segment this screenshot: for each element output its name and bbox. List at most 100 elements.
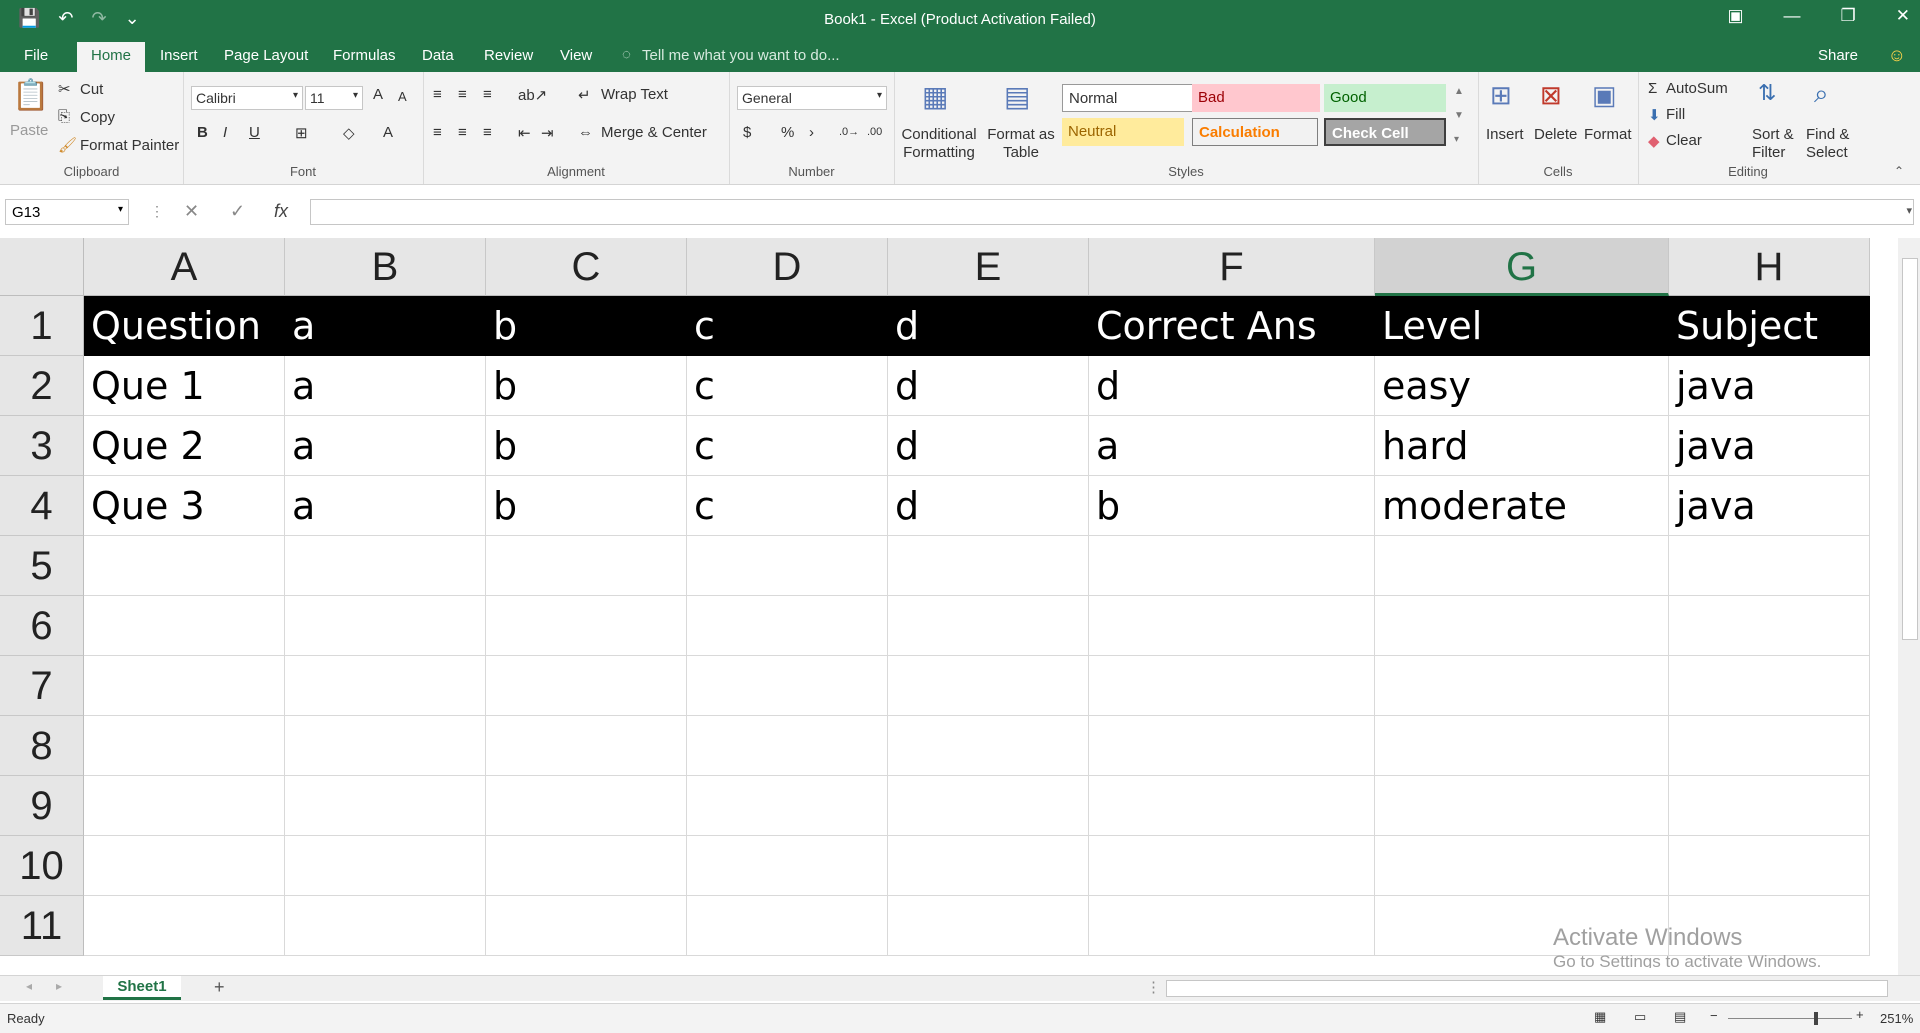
cell-a8[interactable]	[84, 716, 285, 776]
clear-button[interactable]: Clear	[1666, 132, 1702, 149]
formula-input[interactable]	[310, 199, 1914, 225]
restore-icon[interactable]: ❐	[1841, 6, 1856, 26]
tell-me-search[interactable]: Tell me what you want to do...	[642, 47, 840, 64]
cell-g8[interactable]	[1375, 716, 1669, 776]
column-header-f[interactable]: F	[1089, 238, 1375, 296]
insert-function-icon[interactable]: fx	[274, 201, 288, 222]
cell-g6[interactable]	[1375, 596, 1669, 656]
format-as-table-line1[interactable]: Format as	[986, 126, 1056, 143]
cell-f1[interactable]: Correct Ans	[1089, 296, 1375, 356]
zoom-slider-thumb[interactable]	[1814, 1012, 1818, 1025]
row-header-11[interactable]: 11	[0, 896, 84, 956]
align-bottom-icon[interactable]: ≡	[483, 86, 492, 103]
cell-d8[interactable]	[687, 716, 888, 776]
cell-f10[interactable]	[1089, 836, 1375, 896]
cell-h7[interactable]	[1669, 656, 1870, 716]
cell-c1[interactable]: b	[486, 296, 687, 356]
cell-b6[interactable]	[285, 596, 486, 656]
cell-h9[interactable]	[1669, 776, 1870, 836]
sheet-tab-sheet1[interactable]: Sheet1	[103, 976, 181, 1000]
orientation-icon[interactable]: ab↗	[518, 86, 547, 104]
scroll-left-icon[interactable]: ◂	[26, 979, 32, 993]
tab-formulas[interactable]: Formulas	[333, 47, 396, 64]
cell-a5[interactable]	[84, 536, 285, 596]
cell-b2[interactable]: a	[285, 356, 486, 416]
cell-h1[interactable]: Subject	[1669, 296, 1870, 356]
cell-d7[interactable]	[687, 656, 888, 716]
cell-e1[interactable]: d	[888, 296, 1089, 356]
cell-b7[interactable]	[285, 656, 486, 716]
sort-filter-line1[interactable]: Sort &	[1752, 126, 1794, 143]
cell-d4[interactable]: c	[687, 476, 888, 536]
cell-b4[interactable]: a	[285, 476, 486, 536]
increase-decimal-icon[interactable]: .0→	[839, 126, 859, 138]
cell-d9[interactable]	[687, 776, 888, 836]
cell-h8[interactable]	[1669, 716, 1870, 776]
font-name-combo[interactable]: Calibri ▾	[191, 86, 303, 110]
conditional-formatting-line2[interactable]: Formatting	[899, 144, 979, 161]
styles-scroll-up-icon[interactable]: ▲	[1454, 86, 1464, 97]
align-top-icon[interactable]: ≡	[433, 86, 442, 103]
column-header-d[interactable]: D	[687, 238, 888, 296]
cell-f11[interactable]	[1089, 896, 1375, 956]
grow-font-button[interactable]: A	[373, 86, 383, 103]
zoom-slider[interactable]	[1728, 1018, 1852, 1019]
cell-d1[interactable]: c	[687, 296, 888, 356]
select-all-corner[interactable]	[0, 238, 84, 296]
page-layout-view-icon[interactable]: ▭	[1634, 1009, 1646, 1025]
fill-button[interactable]: Fill	[1666, 106, 1685, 123]
cell-f5[interactable]	[1089, 536, 1375, 596]
tab-home[interactable]: Home	[77, 42, 146, 72]
cell-g7[interactable]	[1375, 656, 1669, 716]
align-center-icon[interactable]: ≡	[458, 124, 467, 141]
style-calculation[interactable]: Calculation	[1192, 118, 1318, 146]
row-header-10[interactable]: 10	[0, 836, 84, 896]
font-size-combo[interactable]: 11 ▾	[305, 86, 363, 110]
tab-review[interactable]: Review	[484, 47, 533, 64]
cell-d2[interactable]: c	[687, 356, 888, 416]
column-header-a[interactable]: A	[84, 238, 285, 296]
align-right-icon[interactable]: ≡	[483, 124, 492, 141]
tab-page-layout[interactable]: Page Layout	[224, 47, 308, 64]
cell-b10[interactable]	[285, 836, 486, 896]
borders-icon[interactable]: ⊞	[295, 124, 308, 142]
expand-formula-icon[interactable]: ▾	[1906, 204, 1912, 217]
cell-e10[interactable]	[888, 836, 1089, 896]
decrease-indent-icon[interactable]: ⇤	[518, 124, 531, 142]
zoom-level[interactable]: 251%	[1880, 1011, 1913, 1026]
currency-button[interactable]: $	[743, 124, 751, 141]
cell-c4[interactable]: b	[486, 476, 687, 536]
page-break-view-icon[interactable]: ▤	[1674, 1009, 1686, 1025]
comma-button[interactable]: ›	[809, 124, 814, 141]
horizontal-scrollbar[interactable]	[1166, 980, 1888, 997]
cell-c7[interactable]	[486, 656, 687, 716]
cell-e4[interactable]: d	[888, 476, 1089, 536]
decrease-decimal-icon[interactable]: .00	[867, 126, 882, 138]
cell-e7[interactable]	[888, 656, 1089, 716]
column-header-g[interactable]: G	[1375, 238, 1669, 296]
font-color-icon[interactable]: A	[383, 124, 393, 141]
cell-c3[interactable]: b	[486, 416, 687, 476]
cell-d5[interactable]	[687, 536, 888, 596]
paste-icon[interactable]: 📋	[12, 78, 49, 113]
shrink-font-button[interactable]: A	[398, 89, 407, 104]
cell-h4[interactable]: java	[1669, 476, 1870, 536]
column-header-b[interactable]: B	[285, 238, 486, 296]
cell-e8[interactable]	[888, 716, 1089, 776]
tab-insert[interactable]: Insert	[160, 47, 198, 64]
tab-data[interactable]: Data	[422, 47, 454, 64]
cell-b9[interactable]	[285, 776, 486, 836]
cell-d11[interactable]	[687, 896, 888, 956]
sort-filter-line2[interactable]: Filter	[1752, 144, 1785, 161]
percent-button[interactable]: %	[781, 124, 794, 141]
cell-f2[interactable]: d	[1089, 356, 1375, 416]
cell-e9[interactable]	[888, 776, 1089, 836]
autosum-button[interactable]: AutoSum	[1666, 80, 1728, 97]
cell-h6[interactable]	[1669, 596, 1870, 656]
cell-h3[interactable]: java	[1669, 416, 1870, 476]
copy-button[interactable]: Copy	[80, 109, 115, 126]
find-select-line1[interactable]: Find &	[1806, 126, 1849, 143]
zoom-out-icon[interactable]: −	[1710, 1008, 1718, 1023]
cell-g2[interactable]: easy	[1375, 356, 1669, 416]
row-header-2[interactable]: 2	[0, 356, 84, 416]
